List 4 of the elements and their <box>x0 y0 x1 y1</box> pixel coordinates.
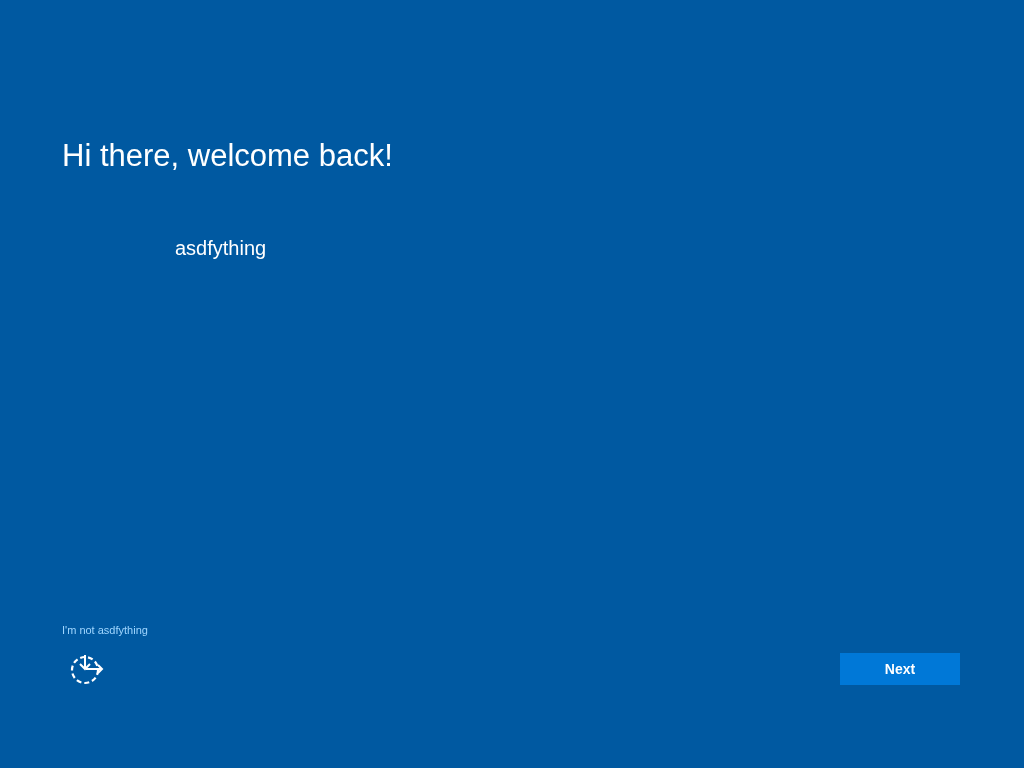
welcome-heading: Hi there, welcome back! <box>62 138 394 174</box>
account-name: asdfything <box>175 237 267 260</box>
next-button[interactable]: Next <box>840 653 960 685</box>
not-me-link[interactable]: I'm not asdfything <box>62 624 148 636</box>
